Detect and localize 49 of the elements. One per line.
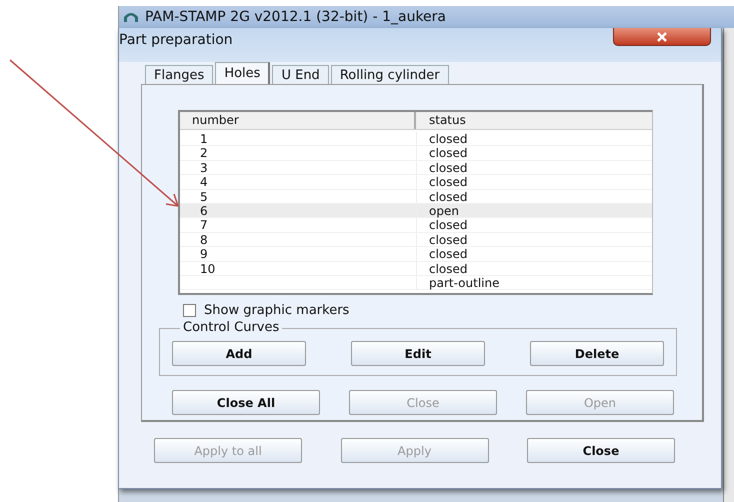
table-cell: closed: [429, 232, 468, 247]
table-cell: 10: [200, 262, 216, 276]
button[interactable]: Edit: [351, 341, 485, 366]
table-row[interactable]: 2 closed: [180, 146, 652, 161]
table-cell: 4: [200, 175, 208, 190]
tab[interactable]: Flanges: [145, 65, 214, 84]
table-cell: closed: [429, 218, 468, 232]
column-header[interactable]: status: [416, 112, 652, 129]
table-row[interactable]: 9 closed: [180, 247, 652, 262]
button[interactable]: Delete: [530, 341, 664, 366]
checkbox-label: Show graphic markers: [204, 302, 350, 318]
app-icon: [123, 11, 139, 23]
table-cell: closed: [429, 132, 468, 146]
table-row[interactable]: 10 closed: [180, 262, 652, 276]
table-cell: 6: [200, 204, 208, 218]
table-row[interactable]: 4 closed: [180, 175, 652, 190]
table-cell: open: [429, 204, 459, 218]
table-cell: closed: [429, 190, 468, 204]
column-header[interactable]: number: [180, 112, 416, 129]
table-cell: closed: [429, 247, 468, 262]
tab[interactable]: Rolling cylinder: [330, 65, 449, 84]
tab[interactable]: Holes: [215, 62, 270, 84]
close-button[interactable]: [613, 28, 711, 46]
checkbox[interactable]: [183, 304, 196, 316]
table-row[interactable]: 1 closed: [180, 132, 652, 146]
table-row[interactable]: 6 open: [180, 204, 652, 218]
table-cell: closed: [429, 175, 468, 190]
table-row[interactable]: 3 closed: [180, 160, 652, 176]
table-cell: 3: [200, 160, 208, 175]
close-icon: [656, 32, 668, 42]
table-cell: closed: [429, 160, 468, 175]
table-row[interactable]: 7 closed: [180, 218, 652, 233]
button[interactable]: Close All: [172, 390, 320, 415]
table-cell: 7: [200, 218, 208, 232]
table-cell: closed: [429, 262, 468, 276]
table-cell: closed: [429, 146, 468, 160]
table-row[interactable]: 8 closed: [180, 232, 652, 248]
tab[interactable]: U End: [272, 65, 329, 84]
table-row[interactable]: part-outline: [180, 276, 652, 290]
button[interactable]: Close: [527, 438, 675, 463]
button[interactable]: Add: [172, 341, 306, 366]
table-cell: 2: [200, 146, 208, 160]
window-title: PAM-STAMP 2G v2012.1 (32-bit) - 1_aukera: [145, 9, 446, 25]
table-cell: 1: [200, 132, 208, 146]
table-cell: 9: [200, 247, 208, 262]
table-cell: 5: [200, 190, 208, 204]
dialog-title: Part preparation: [119, 32, 233, 48]
table-cell: 8: [200, 232, 208, 247]
table-cell: part-outline: [429, 276, 500, 290]
